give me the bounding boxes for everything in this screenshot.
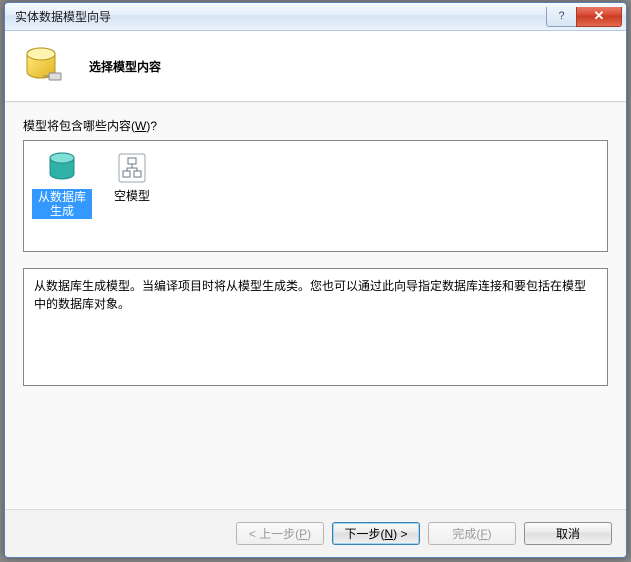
- options-prompt: 模型将包含哪些内容(W)?: [23, 117, 608, 134]
- database-icon: [23, 45, 65, 87]
- wizard-body: 模型将包含哪些内容(W)? 从数据库生成: [5, 103, 626, 509]
- close-icon: ✕: [594, 8, 605, 24]
- next-button[interactable]: 下一步(N) >: [332, 522, 420, 545]
- wizard-header: 选择模型内容: [5, 31, 626, 101]
- option-label: 从数据库生成: [32, 189, 92, 219]
- back-button: < 上一步(P): [236, 522, 324, 545]
- help-button[interactable]: ?: [546, 7, 576, 27]
- option-generate-from-db[interactable]: 从数据库生成: [30, 147, 94, 225]
- wizard-heading: 选择模型内容: [89, 58, 161, 75]
- database-generate-icon: [45, 151, 79, 185]
- option-description: 从数据库生成模型。当编译项目时将从模型生成类。您也可以通过此向导指定数据库连接和…: [23, 268, 608, 386]
- option-label: 空模型: [114, 189, 150, 203]
- close-button[interactable]: ✕: [576, 7, 622, 27]
- window-title: 实体数据模型向导: [15, 8, 546, 25]
- empty-model-icon: [115, 151, 149, 185]
- wizard-window: 实体数据模型向导 ? ✕: [4, 2, 627, 558]
- options-list: 从数据库生成 空模型: [23, 140, 608, 252]
- option-empty-model[interactable]: 空模型: [100, 147, 164, 209]
- cancel-button[interactable]: 取消: [524, 522, 612, 545]
- finish-button: 完成(F): [428, 522, 516, 545]
- titlebar: 实体数据模型向导 ? ✕: [5, 3, 626, 31]
- titlebar-buttons: ? ✕: [546, 7, 622, 27]
- help-icon: ?: [558, 10, 564, 22]
- wizard-footer: < 上一步(P) 下一步(N) > 完成(F) 取消: [5, 509, 626, 557]
